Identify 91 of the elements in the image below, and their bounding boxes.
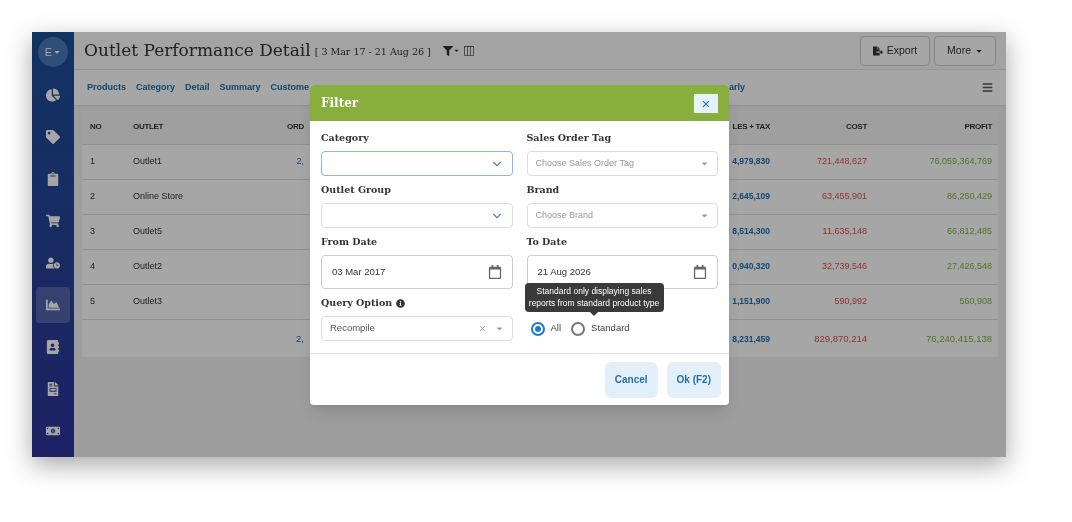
column-header: ORD — [287, 122, 304, 132]
table-cell: 721,448,627 — [816, 156, 867, 167]
total-cell: 8,231,459 — [732, 334, 770, 345]
cart-icon — [46, 214, 60, 228]
file-icon — [46, 382, 60, 396]
dialog-title: Filter — [321, 95, 359, 112]
clipboard-icon — [46, 172, 60, 186]
field-label: From Date — [321, 234, 378, 249]
total-cell: 829,870,214 — [814, 333, 867, 345]
radio-label: All — [550, 321, 562, 336]
table-cell: 76,059,364,769 — [929, 156, 992, 167]
table-cell: 11,635,148 — [822, 226, 867, 237]
table-cell: 8,514,300 — [732, 226, 770, 237]
cancel-button[interactable]: Cancel — [604, 361, 658, 398]
caret-down-icon — [700, 159, 709, 168]
field-label: Brand — [526, 182, 560, 197]
menu-icon[interactable] — [982, 82, 993, 93]
total-cell: 2, — [296, 333, 304, 345]
avatar-button[interactable]: E — [38, 37, 68, 67]
address-book-icon — [46, 340, 60, 354]
table-cell: 2 — [90, 191, 95, 202]
columns-icon[interactable] — [463, 45, 474, 56]
table-cell: 2,645,109 — [732, 191, 770, 202]
table-cell: 1,151,900 — [732, 296, 770, 307]
total-cell: 76,240,415,138 — [925, 333, 992, 345]
report-tab[interactable]: Detail — [185, 80, 210, 95]
info-icon[interactable] — [396, 298, 406, 308]
report-tab[interactable]: Products — [87, 80, 126, 95]
dropdown-select[interactable]: Choose Brand — [526, 203, 718, 228]
date-value: 03 Mar 2017 — [332, 264, 386, 279]
date-value: 21 Aug 2026 — [537, 264, 591, 279]
table-cell: 590,992 — [834, 296, 867, 307]
select-placeholder: Choose Brand — [535, 208, 594, 222]
dropdown-select[interactable]: Choose Sales Order Tag — [526, 151, 718, 176]
date-field[interactable]: 03 Mar 2017 — [321, 255, 513, 289]
report-tab[interactable]: arly — [729, 80, 746, 95]
money-icon — [46, 424, 60, 438]
table-cell: 3 — [90, 226, 95, 237]
field-label: Category — [321, 130, 369, 145]
table-cell: 63,455,901 — [821, 191, 867, 202]
caret-down-icon — [53, 48, 62, 56]
calendar-icon[interactable] — [487, 265, 502, 279]
table-cell: 4 — [90, 261, 95, 272]
caret-down-icon[interactable] — [452, 47, 460, 54]
table-cell: 560,908 — [959, 296, 992, 307]
report-tab[interactable]: Summary — [219, 80, 261, 95]
ok-button[interactable]: Ok (F2) — [666, 361, 721, 398]
radio-button[interactable] — [530, 321, 545, 336]
table-cell: 1 — [90, 156, 95, 167]
table-cell: 5 — [90, 296, 95, 307]
more-button[interactable]: More — [934, 35, 996, 66]
table-cell: 2, — [296, 156, 304, 167]
radio-label: Standard — [591, 321, 630, 336]
field-label: Outlet Group — [321, 182, 391, 197]
calendar-icon[interactable] — [693, 265, 707, 279]
table-cell: Online Store — [133, 191, 184, 202]
table-cell: 4,979,830 — [732, 156, 770, 167]
table-cell: 86,250,429 — [946, 191, 992, 202]
table-cell: 0,940,320 — [732, 261, 770, 272]
filter-icon[interactable] — [442, 45, 453, 56]
column-header: OUTLET — [133, 122, 164, 132]
radio-button[interactable] — [571, 321, 586, 336]
caret-down-icon — [494, 324, 504, 333]
table-cell: 27,426,548 — [946, 261, 992, 272]
tag-icon — [46, 130, 60, 144]
column-header: LES + TAX — [732, 122, 770, 132]
table-cell: 66,812,485 — [946, 226, 992, 237]
table-cell: Outlet5 — [133, 226, 163, 237]
caret-down-icon — [700, 211, 709, 220]
select-placeholder: Choose Sales Order Tag — [535, 156, 634, 170]
report-tab[interactable]: Custome — [270, 80, 310, 95]
table-cell: Outlet1 — [133, 156, 163, 167]
table-cell: 32,739,546 — [821, 261, 867, 272]
column-header: COST — [845, 122, 867, 132]
select-value: Recompile — [330, 321, 375, 336]
close-button[interactable]: × — [694, 93, 718, 113]
table-cell: Outlet3 — [133, 296, 163, 307]
column-header: NO — [90, 122, 102, 132]
table-cell: Outlet2 — [133, 261, 163, 272]
pie-chart-icon — [46, 88, 60, 102]
field-label: Sales Order Tag — [526, 130, 612, 145]
field-label: To Date — [526, 234, 567, 249]
field-label: Query Option — [321, 295, 393, 310]
page-title: Outlet Performance Detail — [84, 38, 311, 62]
column-header: PROFIT — [964, 122, 992, 132]
export-button[interactable]: Export — [859, 35, 931, 66]
date-range: [ 3 Mar 17 - 21 Aug 26 ] — [314, 44, 431, 59]
area-chart-icon — [46, 298, 60, 312]
report-tab[interactable]: Category — [136, 80, 176, 95]
query-option-select[interactable]: Recompile — [321, 316, 513, 341]
user-clock-icon — [46, 256, 60, 270]
